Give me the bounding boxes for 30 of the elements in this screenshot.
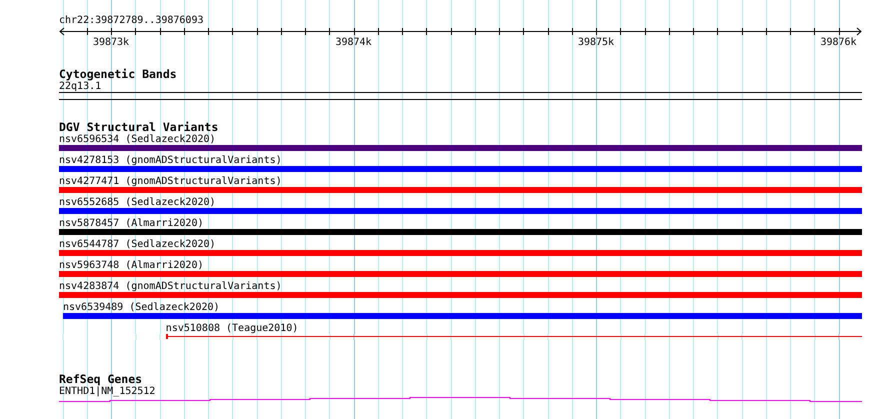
tick-label: 39874k (335, 37, 372, 48)
variant-bar[interactable] (59, 292, 862, 298)
track-title: RefSeq Genes (59, 373, 144, 386)
variant-label: nsv6552685 (Sedlazeck2020) (59, 197, 216, 208)
variant-label: nsv4278153 (gnomADStructuralVariants) (59, 155, 282, 166)
variant-label: nsv6544787 (Sedlazeck2020) (59, 239, 216, 250)
variant-bar[interactable] (59, 271, 862, 277)
band-label: 22q13.1 (59, 81, 102, 92)
tick-label: 39873k (92, 37, 130, 48)
track-title: DGV Structural Variants (59, 121, 220, 134)
tick-label: 39875k (578, 37, 614, 48)
variant-label: nsv510808 (Teague2010) (166, 323, 298, 334)
tick-label: 39876k (820, 37, 857, 48)
variant-label: nsv4277471 (gnomADStructuralVariants) (59, 176, 282, 187)
gene-label: ENTHD1|NM_152512 (59, 386, 156, 397)
variant-bar[interactable] (59, 166, 862, 172)
cytoband[interactable] (59, 92, 862, 100)
gene-line[interactable] (59, 397, 862, 402)
variant-bar[interactable] (59, 250, 862, 256)
location-label: chr22:39872789..39876093 (59, 15, 204, 27)
variant-label: nsv6596534 (Sedlazeck2020) (59, 134, 216, 145)
variant-bar[interactable] (59, 229, 862, 235)
variant-label: nsv5878457 (Almarri2020) (59, 218, 204, 229)
variant-label: nsv4283874 (gnomADStructuralVariants) (59, 281, 282, 292)
variant-bar[interactable] (59, 187, 862, 193)
variant-label: nsv5963748 (Almarri2020) (59, 260, 204, 271)
variant-bar[interactable] (59, 145, 862, 151)
variant-bar[interactable] (59, 208, 862, 214)
variant-label: nsv6539489 (Sedlazeck2020) (63, 302, 220, 313)
track-title: Cytogenetic Bands (59, 68, 178, 81)
